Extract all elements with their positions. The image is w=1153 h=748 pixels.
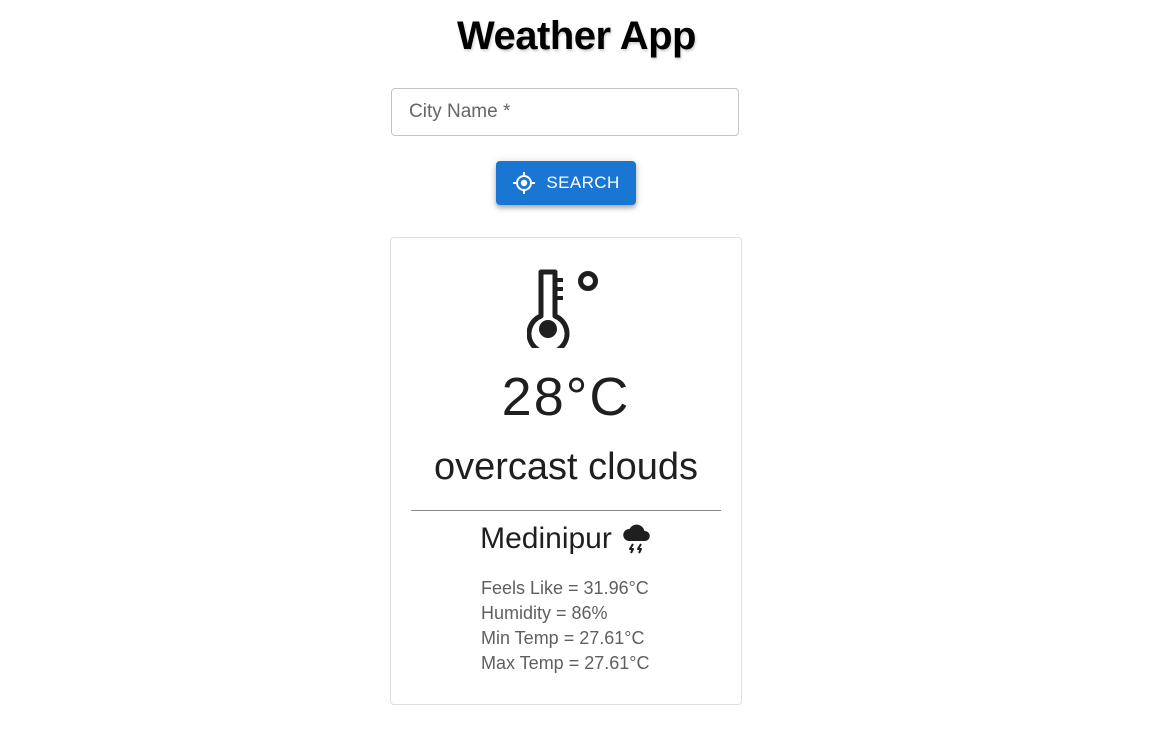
city-name-input[interactable] — [392, 89, 738, 135]
weather-app-page: Weather App SEARCH — [0, 0, 1153, 748]
city-name-field[interactable] — [391, 88, 739, 136]
weather-details: Feels Like = 31.96°C Humidity = 86% Min … — [481, 576, 649, 676]
weather-description: overcast clouds — [433, 446, 698, 488]
humidity: Humidity = 86% — [481, 603, 608, 623]
min-temp: Min Temp = 27.61°C — [481, 628, 645, 648]
my-location-icon — [512, 171, 536, 195]
search-button-label: SEARCH — [546, 173, 620, 192]
max-temp: Max Temp = 27.61°C — [481, 653, 650, 673]
city-row: Medinipur — [391, 522, 741, 556]
divider — [411, 510, 721, 511]
thermometer-icon — [526, 268, 601, 356]
temperature-value: 28°C — [501, 367, 631, 427]
feels-like: Feels Like = 31.96°C — [481, 578, 649, 598]
thunderstorm-icon — [622, 523, 652, 555]
app-title: Weather App — [457, 14, 696, 58]
weather-card: 28°C overcast clouds Medinipur Feels Lik… — [390, 237, 742, 705]
city-name: Medinipur — [480, 522, 612, 555]
search-button[interactable]: SEARCH — [496, 161, 636, 205]
